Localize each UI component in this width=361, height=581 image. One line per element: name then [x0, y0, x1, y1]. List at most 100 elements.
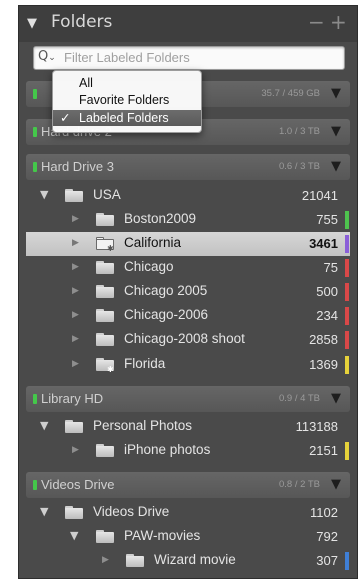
volume-capacity: 0.6 / 3 TB: [278, 161, 320, 172]
folder-name: Videos Drive: [93, 504, 170, 519]
folder-row[interactable]: ▶ Wizard movie 307: [26, 549, 350, 573]
volume-name: Videos Drive: [41, 477, 115, 492]
disclosure-closed-icon[interactable]: ▶: [72, 286, 79, 296]
folder-icon: ✱: [96, 358, 114, 374]
folder-row[interactable]: ▼ USA 21041: [26, 184, 350, 208]
folder-name: Chicago: [124, 259, 174, 274]
folder-name: Personal Photos: [93, 418, 193, 433]
folder-icon: [96, 213, 114, 226]
disclosure-open-icon[interactable]: ▼: [40, 188, 48, 201]
volume-capacity: 0.8 / 2 TB: [278, 479, 320, 490]
volume-menu-triangle-icon[interactable]: ▼: [331, 159, 341, 174]
volume-header[interactable]: Hard Drive 3 0.6 / 3 TB ▼: [26, 154, 350, 180]
folder-name: Wizard movie: [154, 552, 236, 567]
folder-icon: [96, 530, 114, 543]
folders-panel: ▼ Folders − + Q⌄ 35.7 / 459 GB ▼ Hard dr…: [18, 5, 358, 579]
folder-icon: [96, 309, 114, 322]
disclosure-closed-icon[interactable]: ▶: [72, 334, 79, 344]
image-count: 21041: [301, 188, 338, 203]
folder-icon: ✱: [96, 237, 114, 253]
folder-name: Chicago-2006: [124, 307, 209, 322]
image-count: 234: [316, 308, 338, 323]
image-count: 113188: [295, 419, 338, 434]
color-label-blue: [345, 552, 349, 570]
volume-capacity: 35.7 / 459 GB: [261, 88, 320, 99]
image-count: 3461: [309, 236, 338, 251]
color-label-yellow: [345, 356, 349, 374]
disclosure-closed-icon[interactable]: ▶: [72, 262, 79, 272]
volume-header[interactable]: Library HD 0.9 / 4 TB ▼: [26, 386, 350, 412]
image-count: 792: [316, 529, 338, 544]
filter-dropdown-menu: All Favorite Folders ✓ Labeled Folders: [52, 70, 202, 133]
color-label-yellow: [345, 442, 349, 460]
image-count: 2858: [309, 332, 338, 347]
image-count: 1102: [310, 505, 338, 520]
volume-status-led: [33, 480, 37, 490]
disclosure-closed-icon[interactable]: ▶: [72, 214, 79, 224]
folder-row[interactable]: ▼ PAW-movies 792: [26, 525, 350, 549]
volume-status-led: [33, 127, 37, 137]
volume-menu-triangle-icon[interactable]: ▼: [331, 391, 341, 406]
folder-row[interactable]: ▶ Chicago 75: [26, 256, 350, 280]
volume-name: Hard Drive 3: [41, 159, 114, 174]
folders-header[interactable]: ▼ Folders − +: [19, 6, 357, 42]
disclosure-open-icon[interactable]: ▼: [40, 419, 48, 432]
folder-name: Chicago-2008 shoot: [124, 331, 245, 346]
folder-icon: [96, 285, 114, 298]
folder-row[interactable]: ▶ Chicago-2008 shoot 2858: [26, 328, 350, 352]
folder-row[interactable]: ▶ Chicago-2006 234: [26, 304, 350, 328]
folder-name: PAW-movies: [124, 528, 201, 543]
volume-status-led: [33, 89, 37, 99]
color-label-green: [345, 211, 349, 229]
volume-menu-triangle-icon[interactable]: ▼: [331, 86, 341, 101]
image-count: 2151: [309, 443, 338, 458]
image-count: 1369: [309, 357, 338, 372]
collapse-triangle-icon[interactable]: ▼: [27, 16, 37, 31]
filter-option-favorite-folders[interactable]: Favorite Folders: [53, 92, 201, 108]
filter-input[interactable]: [64, 48, 334, 66]
disclosure-open-icon[interactable]: ▼: [70, 529, 78, 542]
checkmark-icon: ✓: [60, 111, 71, 125]
folder-icon: [65, 420, 83, 433]
disclosure-open-icon[interactable]: ▼: [40, 505, 48, 518]
volume-capacity: 0.9 / 4 TB: [278, 393, 320, 404]
folder-name: Chicago 2005: [124, 283, 208, 298]
image-count: 75: [323, 260, 338, 275]
folder-row[interactable]: ▶ Boston2009 755: [26, 208, 350, 232]
volume-menu-triangle-icon[interactable]: ▼: [331, 477, 341, 492]
volume-capacity: 1.0 / 3 TB: [278, 126, 320, 137]
filter-option-all[interactable]: All: [53, 75, 201, 91]
folder-row[interactable]: ▶ ✱ Florida 1369: [26, 353, 350, 377]
volume-status-led: [33, 162, 37, 172]
volume-header[interactable]: Videos Drive 0.8 / 2 TB ▼: [26, 472, 350, 498]
search-icon[interactable]: Q⌄: [38, 49, 56, 64]
volume-name: Library HD: [41, 391, 104, 406]
folder-row[interactable]: ▼ Personal Photos 113188: [26, 415, 350, 439]
folder-row[interactable]: ▼ Videos Drive 1102: [26, 501, 350, 525]
color-label-red: [345, 307, 349, 325]
folder-row[interactable]: ▶ Chicago 2005 500: [26, 280, 350, 304]
folder-icon: [96, 444, 114, 457]
color-label-red: [345, 259, 349, 277]
panel-title: Folders: [51, 12, 113, 32]
color-label-red: [345, 283, 349, 301]
folder-icon: [96, 333, 114, 346]
folder-name: Florida: [124, 356, 166, 371]
image-count: 307: [316, 553, 338, 568]
volume-menu-triangle-icon[interactable]: ▼: [331, 124, 341, 139]
image-count: 755: [316, 212, 338, 227]
disclosure-closed-icon[interactable]: ▶: [72, 310, 79, 320]
folder-row[interactable]: ▶ iPhone photos 2151: [26, 439, 350, 463]
folder-filter-search[interactable]: Q⌄: [33, 46, 345, 70]
color-label-red: [345, 331, 349, 349]
disclosure-closed-icon[interactable]: ▶: [72, 238, 79, 248]
disclosure-closed-icon[interactable]: ▶: [72, 359, 79, 369]
folder-name: Boston2009: [124, 211, 197, 226]
remove-folder-button[interactable]: −: [308, 10, 325, 34]
add-folder-button[interactable]: +: [330, 10, 347, 34]
filter-option-labeled-folders[interactable]: ✓ Labeled Folders: [53, 110, 201, 126]
folder-name: California: [124, 235, 182, 250]
disclosure-closed-icon[interactable]: ▶: [72, 445, 79, 455]
disclosure-closed-icon[interactable]: ▶: [102, 555, 109, 565]
folder-row-selected[interactable]: ▶ ✱ California 3461: [26, 232, 350, 256]
